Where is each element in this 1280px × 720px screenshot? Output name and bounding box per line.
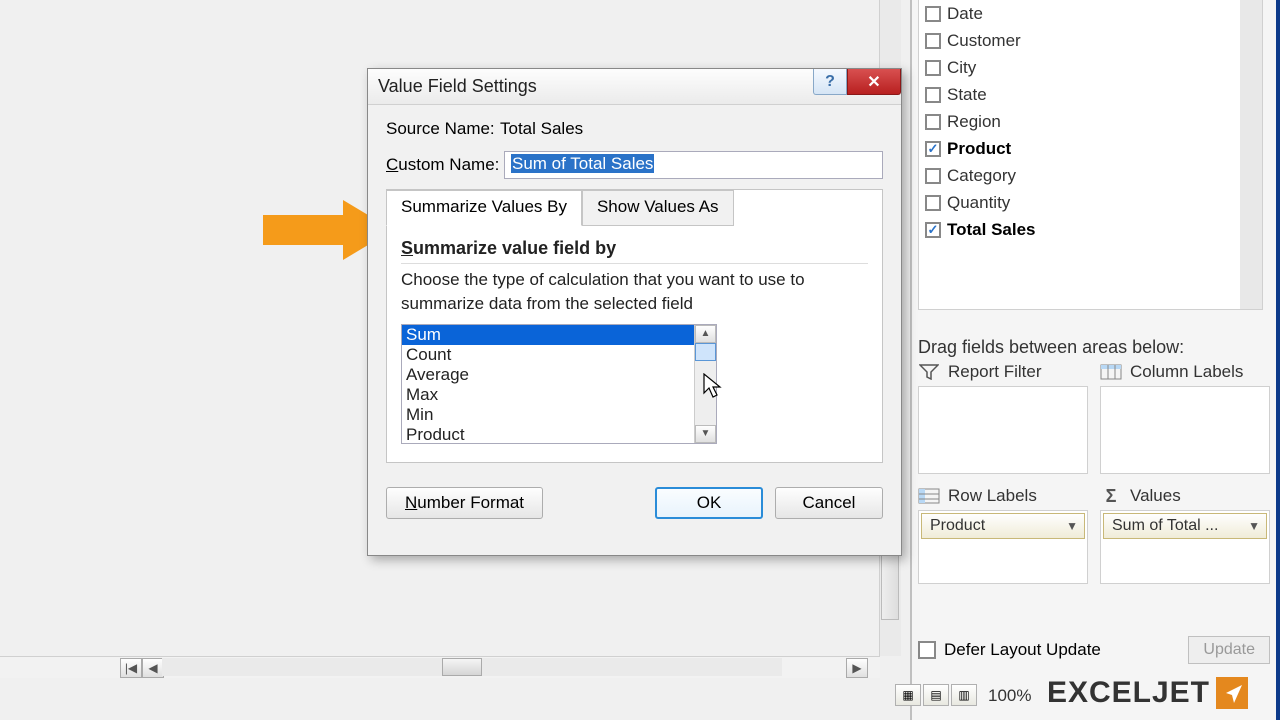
exceljet-logo: EXCELJET <box>1047 676 1248 710</box>
values-area[interactable]: Σ Values Sum of Total ... ▼ <box>1100 486 1270 584</box>
custom-name-label: Custom Name: <box>386 155 504 175</box>
calc-option-average[interactable]: Average <box>402 365 694 385</box>
normal-view-icon[interactable]: ▦ <box>895 684 921 706</box>
column-labels-icon <box>1100 363 1122 381</box>
field-state[interactable]: State <box>923 81 1262 108</box>
tab-summarize-values-by[interactable]: Summarize Values By <box>386 190 582 226</box>
calc-option-min[interactable]: Min <box>402 405 694 425</box>
sheet-horizontal-scrollbar[interactable]: |◀ ◀ ▶ <box>0 656 880 678</box>
field-category[interactable]: Category <box>923 162 1262 189</box>
field-list: Date Customer City State Region Product <box>918 0 1263 310</box>
row-labels-pill-product[interactable]: Product ▼ <box>921 513 1085 539</box>
calc-option-product[interactable]: Product <box>402 425 694 443</box>
scroll-right-icon[interactable]: ▶ <box>846 658 868 678</box>
chevron-down-icon[interactable]: ▼ <box>1248 519 1260 533</box>
custom-name-input[interactable]: Sum of Total Sales <box>504 151 883 179</box>
chevron-down-icon[interactable]: ▼ <box>1066 519 1078 533</box>
close-button[interactable]: ✕ <box>847 69 901 95</box>
zoom-level[interactable]: 100% <box>988 686 1031 706</box>
checkbox-icon[interactable] <box>925 87 941 103</box>
field-label: Region <box>947 112 1001 132</box>
checkbox-icon[interactable] <box>925 60 941 76</box>
field-label: Total Sales <box>947 220 1036 240</box>
page-break-view-icon[interactable]: ▥ <box>951 684 977 706</box>
pivot-field-list-panel: Date Customer City State Region Product <box>910 0 1280 720</box>
checkbox-icon[interactable] <box>925 168 941 184</box>
number-format-button[interactable]: Number Format <box>386 487 543 519</box>
dialog-title: Value Field Settings <box>378 76 537 97</box>
checkbox-checked-icon[interactable] <box>925 222 941 238</box>
filter-icon <box>918 363 940 381</box>
scroll-left-icon[interactable]: ◀ <box>142 658 164 678</box>
section-heading: Summarize value field by <box>401 238 868 264</box>
scroll-first-icon[interactable]: |◀ <box>120 658 142 678</box>
drag-areas-label: Drag fields between areas below: <box>918 337 1184 358</box>
help-button[interactable]: ? <box>813 69 847 95</box>
area-label: Values <box>1130 486 1181 506</box>
field-label: Customer <box>947 31 1021 51</box>
row-labels-icon <box>918 487 940 505</box>
field-label: Quantity <box>947 193 1010 213</box>
area-label: Column Labels <box>1130 362 1243 382</box>
scrollbar-thumb[interactable] <box>442 658 482 676</box>
source-name-label: Source Name: <box>386 119 500 139</box>
checkbox-icon[interactable] <box>925 6 941 22</box>
cancel-button[interactable]: Cancel <box>775 487 883 519</box>
field-product[interactable]: Product <box>923 135 1262 162</box>
field-list-scrollbar[interactable] <box>1240 0 1262 309</box>
checkbox-icon[interactable] <box>925 33 941 49</box>
list-scrollbar[interactable]: ▲ ▼ <box>694 325 716 443</box>
defer-layout-checkbox[interactable] <box>918 641 936 659</box>
field-label: Category <box>947 166 1016 186</box>
field-customer[interactable]: Customer <box>923 27 1262 54</box>
calc-option-max[interactable]: Max <box>402 385 694 405</box>
area-label: Report Filter <box>948 362 1042 382</box>
section-description: Choose the type of calculation that you … <box>401 268 868 316</box>
field-city[interactable]: City <box>923 54 1262 81</box>
dialog-titlebar[interactable]: Value Field Settings ? ✕ <box>368 69 901 105</box>
values-pill-sum-total[interactable]: Sum of Total ... ▼ <box>1103 513 1267 539</box>
field-label: Product <box>947 139 1011 159</box>
scroll-down-icon[interactable]: ▼ <box>695 425 716 443</box>
field-region[interactable]: Region <box>923 108 1262 135</box>
scrollbar-track[interactable] <box>162 658 782 676</box>
field-label: City <box>947 58 976 78</box>
field-label: State <box>947 85 987 105</box>
values-drop[interactable]: Sum of Total ... ▼ <box>1100 510 1270 584</box>
defer-layout-label: Defer Layout Update <box>944 640 1101 660</box>
column-labels-drop[interactable] <box>1100 386 1270 474</box>
report-filter-area[interactable]: Report Filter <box>918 362 1088 474</box>
calculation-type-list[interactable]: Sum Count Average Max Min Product ▲ ▼ <box>401 324 717 444</box>
brand-mark-icon <box>1216 677 1248 709</box>
area-label: Row Labels <box>948 486 1037 506</box>
calc-option-sum[interactable]: Sum <box>402 325 694 345</box>
calc-option-count[interactable]: Count <box>402 345 694 365</box>
checkbox-icon[interactable] <box>925 114 941 130</box>
pill-label: Product <box>930 517 985 535</box>
field-total-sales[interactable]: Total Sales <box>923 216 1262 243</box>
value-field-settings-dialog: Value Field Settings ? ✕ Source Name: To… <box>367 68 902 556</box>
pill-label: Sum of Total ... <box>1112 517 1218 535</box>
brand-text: EXCELJET <box>1047 676 1210 710</box>
checkbox-icon[interactable] <box>925 195 941 211</box>
sigma-icon: Σ <box>1100 487 1122 505</box>
row-labels-area[interactable]: Row Labels Product ▼ <box>918 486 1088 584</box>
page-layout-view-icon[interactable]: ▤ <box>923 684 949 706</box>
checkbox-checked-icon[interactable] <box>925 141 941 157</box>
field-quantity[interactable]: Quantity <box>923 189 1262 216</box>
tabs-container: Summarize Values By Show Values As Summa… <box>386 189 883 463</box>
tab-show-values-as[interactable]: Show Values As <box>582 190 734 226</box>
ok-button[interactable]: OK <box>655 487 763 519</box>
column-labels-area[interactable]: Column Labels <box>1100 362 1270 474</box>
row-labels-drop[interactable]: Product ▼ <box>918 510 1088 584</box>
source-name-value: Total Sales <box>500 119 583 139</box>
update-button[interactable]: Update <box>1188 636 1270 664</box>
field-label: Date <box>947 4 983 24</box>
field-date[interactable]: Date <box>923 0 1262 27</box>
scroll-up-icon[interactable]: ▲ <box>695 325 716 343</box>
view-mode-switcher: ▦ ▤ ▥ <box>895 684 977 706</box>
report-filter-drop[interactable] <box>918 386 1088 474</box>
scroll-thumb[interactable] <box>695 343 716 361</box>
